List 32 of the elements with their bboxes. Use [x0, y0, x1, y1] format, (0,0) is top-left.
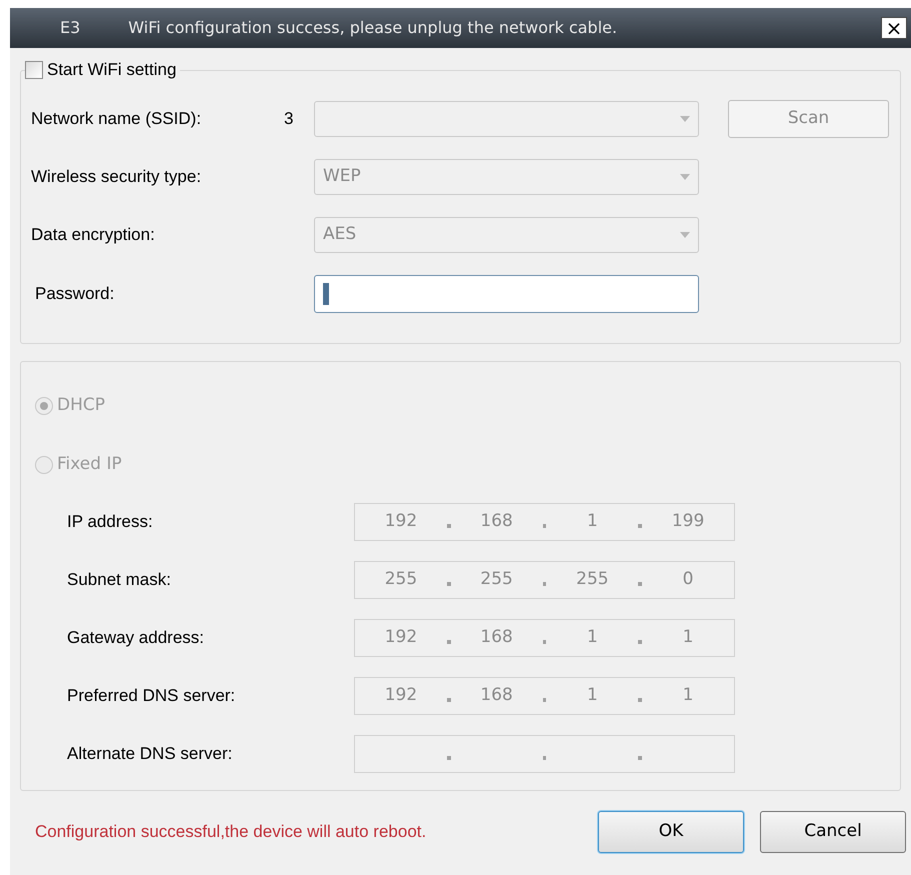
window-title-prefix: E3 [60, 17, 80, 39]
close-button[interactable]: × [881, 17, 907, 39]
radio-label: Fixed IP [57, 453, 122, 476]
radio-label: DHCP [57, 394, 105, 418]
field-label: Subnet mask: [67, 569, 172, 592]
field-label: Network name (SSID): [31, 108, 202, 130]
field-label: Gateway address: [67, 627, 206, 650]
ip-address-field[interactable] [354, 735, 735, 773]
ip-address-field[interactable]: 255 255 255 0 [354, 561, 735, 599]
dropdown-value: AES [323, 223, 356, 246]
ip-address-field[interactable]: 192 168 1 1 [354, 677, 735, 715]
dropdown-arrow-icon [680, 174, 690, 180]
field-label: Wireless security type: [31, 166, 202, 188]
status-message: Configuration successful,the device will auto reboot. [35, 821, 428, 844]
field-label: Password: [34, 283, 116, 306]
field-label: Preferred DNS server: [67, 685, 236, 708]
dialog-button[interactable]: Cancel [760, 811, 906, 853]
ip-address-field[interactable]: 192 168 1 199 [354, 503, 735, 541]
window-title: WiFi configuration success, please unplug the network cable. [128, 17, 618, 39]
field-label: Data encryption: [31, 224, 156, 246]
text-cursor [323, 283, 329, 305]
dropdown-arrow-icon [680, 232, 690, 238]
dropdown-arrow-icon [680, 116, 690, 122]
field-label: IP address: [67, 511, 154, 534]
dropdown-value: WEP [323, 165, 361, 188]
dialog-button[interactable]: OK [598, 811, 744, 853]
password-field[interactable] [314, 275, 699, 313]
network-count: 3 [284, 108, 294, 130]
field-label: Alternate DNS server: [67, 743, 234, 766]
checkbox[interactable] [25, 60, 43, 79]
checkbox-label: Start WiFi setting [47, 59, 176, 81]
ip-address-field[interactable]: 192 168 1 1 [354, 619, 735, 657]
